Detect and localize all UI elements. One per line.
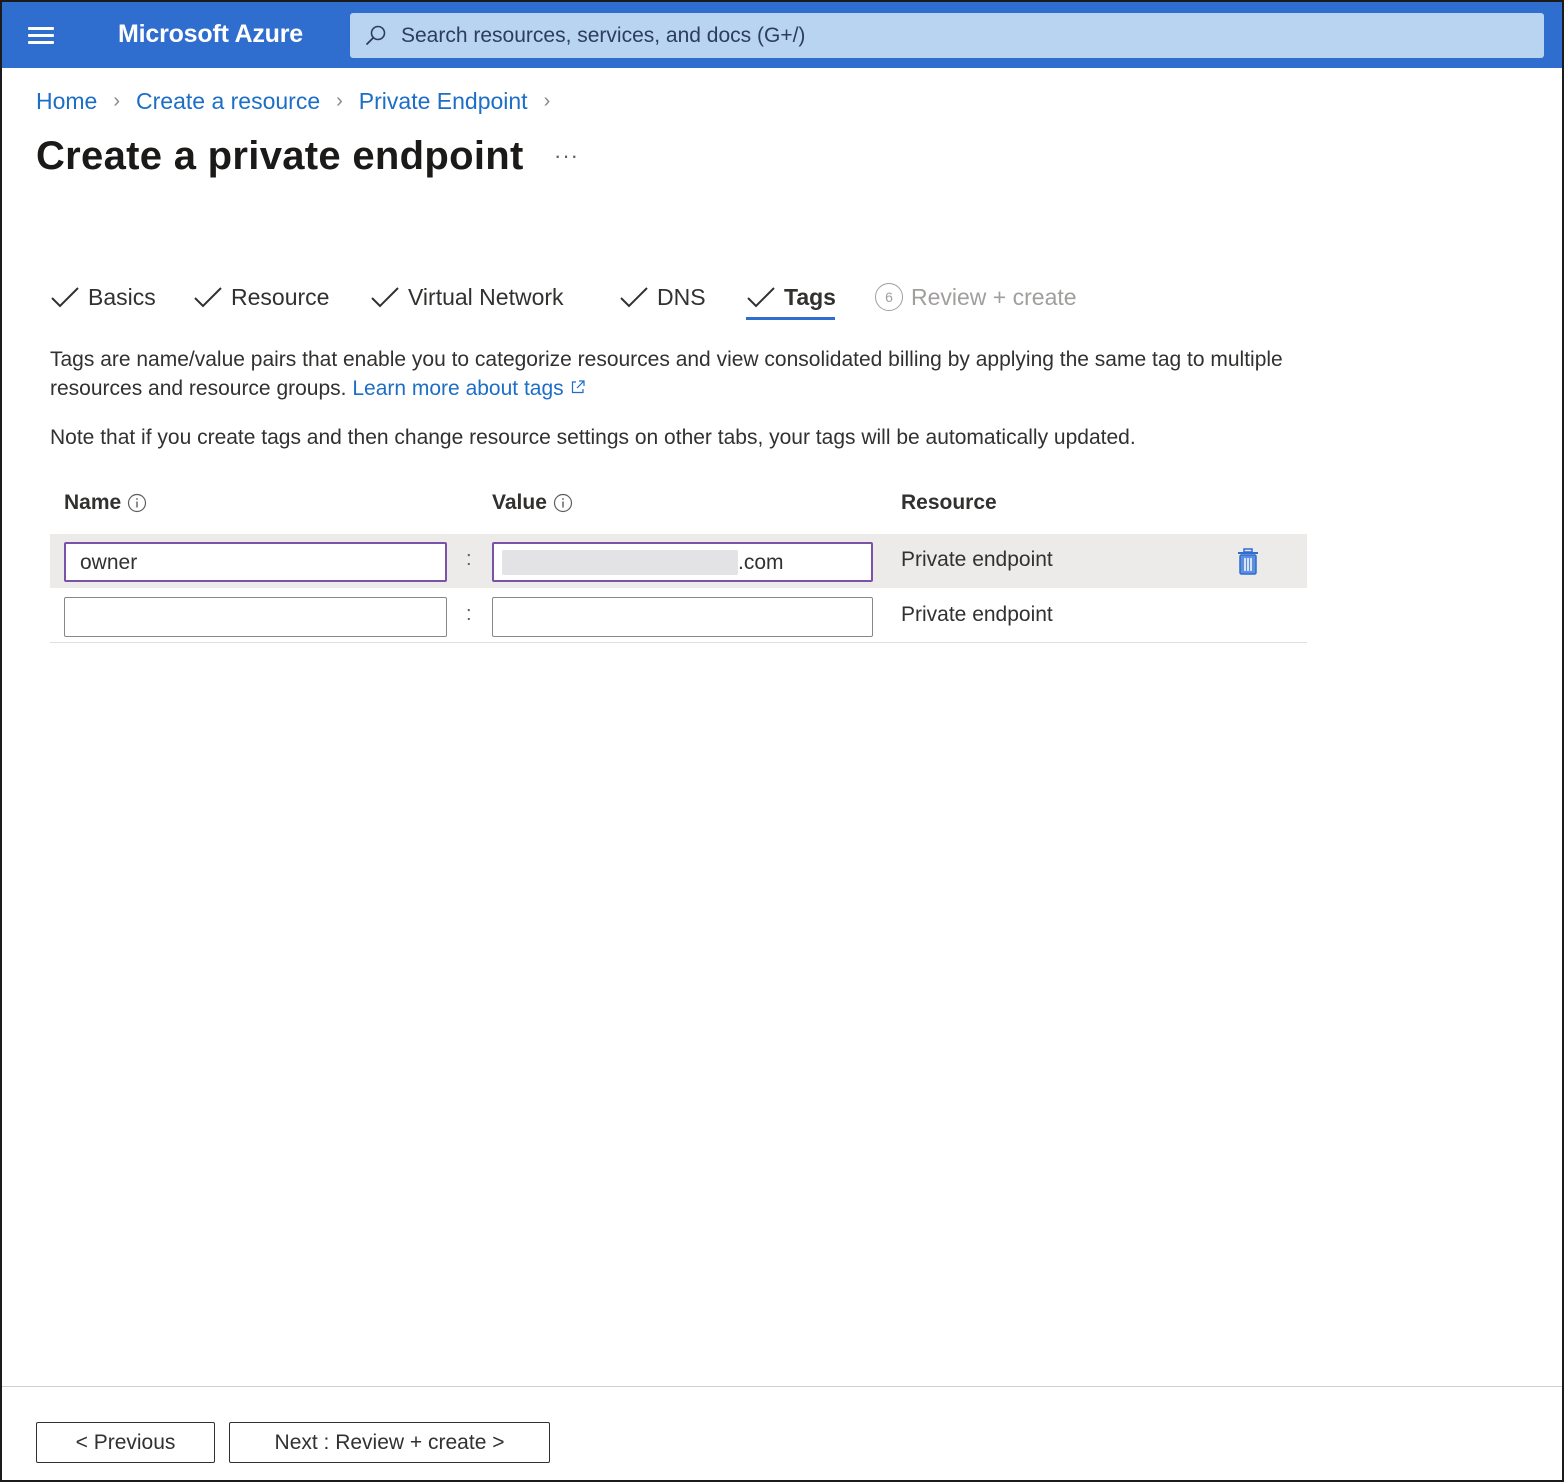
tags-description: Tags are name/value pairs that enable yo…: [50, 345, 1310, 403]
active-tab-indicator: [746, 317, 835, 320]
checkmark-icon: [194, 287, 222, 308]
tab-label: Basics: [88, 283, 156, 310]
checkmark-icon: [51, 287, 79, 308]
tags-note: Note that if you create tags and then ch…: [50, 426, 1136, 449]
previous-button[interactable]: < Previous: [36, 1422, 215, 1463]
chevron-right-icon: ›: [543, 89, 551, 112]
checkmark-icon: [371, 287, 399, 308]
global-search[interactable]: Search resources, services, and docs (G+…: [350, 13, 1544, 58]
tab-label: Tags: [784, 283, 836, 310]
checkmark-icon: [747, 287, 775, 308]
tag-value-input[interactable]: [492, 597, 873, 637]
tab-label: Virtual Network: [408, 283, 564, 310]
tab-virtual-network[interactable]: Virtual Network: [370, 272, 564, 322]
column-header-label: Name: [64, 491, 122, 514]
breadcrumb-home[interactable]: Home: [36, 88, 97, 115]
more-options-icon[interactable]: ···: [554, 143, 579, 169]
page-title: Create a private endpoint: [36, 134, 524, 178]
info-icon[interactable]: [127, 493, 147, 513]
tag-resource: Private endpoint: [901, 548, 1053, 571]
hamburger-menu-icon[interactable]: [28, 25, 56, 47]
breadcrumb: Home › Create a resource › Private Endpo…: [36, 86, 566, 116]
tab-label: DNS: [657, 283, 706, 310]
learn-more-link-label: Learn more about tags: [352, 377, 564, 400]
tag-value-input[interactable]: .com: [492, 542, 873, 582]
name-value-separator: :: [466, 548, 472, 570]
checkmark-icon: [620, 287, 648, 308]
tab-dns[interactable]: DNS: [619, 272, 706, 322]
column-header-label: Value: [492, 491, 547, 514]
chevron-right-icon: ›: [336, 89, 343, 112]
learn-more-link[interactable]: Learn more about tags: [352, 377, 585, 400]
tag-name-input[interactable]: [64, 597, 447, 637]
redacted-area: [502, 550, 738, 575]
description-text: Tags are name/value pairs that enable yo…: [50, 348, 1283, 400]
breadcrumb-private-endpoint[interactable]: Private Endpoint: [359, 88, 528, 115]
search-placeholder: Search resources, services, and docs (G+…: [401, 24, 806, 47]
breadcrumb-create-resource[interactable]: Create a resource: [136, 88, 320, 115]
column-header-resource: Resource: [901, 491, 997, 514]
column-header-value: Value: [492, 491, 573, 515]
name-value-separator: :: [466, 603, 472, 625]
trash-icon[interactable]: [1236, 548, 1260, 576]
tag-row: owner : .com Private endpoint: [50, 534, 1307, 588]
top-bar: Microsoft Azure Search resources, servic…: [2, 2, 1562, 68]
tab-tags[interactable]: Tags: [746, 272, 836, 322]
tag-name-input[interactable]: owner: [64, 542, 447, 582]
tab-label: Resource: [231, 283, 330, 310]
column-header-name: Name: [64, 491, 147, 515]
footer-divider: [2, 1386, 1562, 1387]
external-link-icon: [571, 380, 585, 394]
tag-resource: Private endpoint: [901, 603, 1053, 626]
tab-review-create[interactable]: 6 Review + create: [875, 272, 1077, 322]
step-number-badge: 6: [875, 283, 903, 311]
brand-logo[interactable]: Microsoft Azure: [118, 20, 303, 49]
search-icon: [366, 25, 386, 45]
tab-label: Review + create: [911, 283, 1077, 310]
chevron-right-icon: ›: [113, 89, 121, 112]
tag-value-text: .com: [738, 551, 784, 574]
tab-resource[interactable]: Resource: [193, 272, 329, 322]
tag-row: : Private endpoint: [50, 589, 1307, 643]
app-window: Microsoft Azure Search resources, servic…: [0, 0, 1564, 1482]
info-icon[interactable]: [553, 493, 573, 513]
tab-basics[interactable]: Basics: [50, 272, 156, 322]
next-review-create-button[interactable]: Next : Review + create >: [229, 1422, 550, 1463]
